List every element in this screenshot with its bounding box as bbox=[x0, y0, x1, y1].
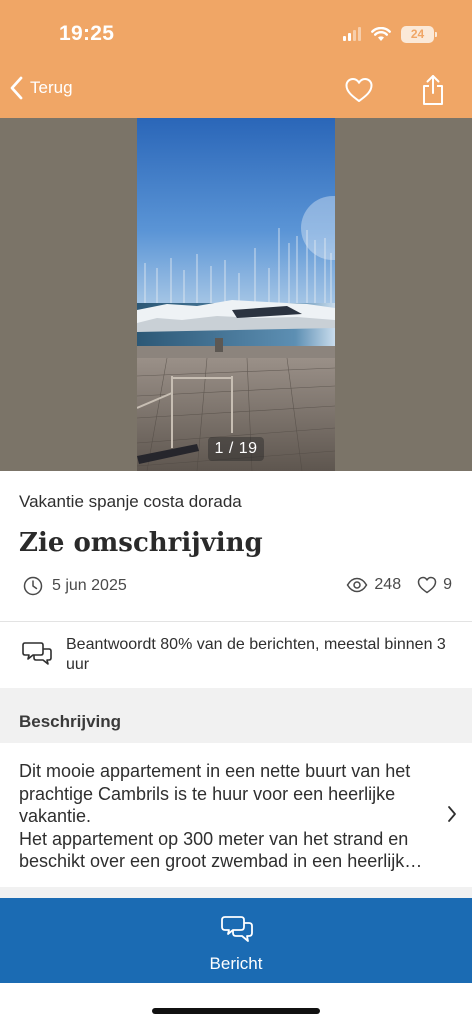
back-button[interactable]: Terug bbox=[10, 76, 73, 100]
message-button-label: Bericht bbox=[209, 954, 263, 973]
photo-counter: 1 / 19 bbox=[208, 437, 264, 461]
response-rate: Beantwoordt 80% van de berichten, meesta… bbox=[0, 622, 472, 688]
battery-icon: 24 bbox=[401, 25, 437, 43]
chat-bubbles-icon bbox=[22, 642, 52, 665]
chevron-left-icon bbox=[10, 76, 23, 100]
chevron-right-icon bbox=[448, 806, 456, 822]
heart-icon bbox=[345, 78, 373, 102]
photo-gallery[interactable]: 1 / 19 bbox=[0, 118, 472, 471]
wifi-icon bbox=[371, 26, 391, 41]
listing-date: 5 jun 2025 bbox=[23, 576, 127, 596]
share-button[interactable] bbox=[420, 74, 446, 106]
heart-outline-icon bbox=[417, 576, 437, 594]
favorites-count: 9 bbox=[443, 576, 452, 593]
listing-photo[interactable] bbox=[137, 118, 335, 471]
status-icons: 24 bbox=[343, 22, 437, 46]
listing-category: Vakantie spanje costa dorada bbox=[19, 492, 242, 511]
description-card[interactable]: Dit mooie appartement in een nette buurt… bbox=[0, 743, 472, 887]
listing-info: Vakantie spanje costa dorada Zie omschri… bbox=[0, 471, 472, 621]
spacer bbox=[0, 887, 472, 898]
marina-photo bbox=[137, 118, 335, 471]
listing-date-value: 5 jun 2025 bbox=[52, 577, 127, 594]
eye-icon bbox=[347, 577, 368, 593]
views-stat: 248 bbox=[346, 576, 401, 594]
cellular-signal-icon bbox=[343, 27, 361, 41]
listing-title: Zie omschrijving bbox=[19, 528, 263, 558]
back-label: Terug bbox=[30, 78, 73, 97]
favorites-stat: 9 bbox=[417, 576, 452, 594]
message-icon bbox=[221, 916, 253, 942]
status-time: 19:25 bbox=[59, 22, 115, 45]
description-heading: Beschrijving bbox=[19, 712, 122, 731]
top-bar: 19:25 24 Terug bbox=[0, 0, 472, 118]
description-header: Beschrijving bbox=[0, 688, 472, 743]
favorite-button[interactable] bbox=[344, 76, 374, 104]
description-text: Dit mooie appartement in een nette buurt… bbox=[19, 761, 423, 871]
response-rate-text: Beantwoordt 80% van de berichten, meesta… bbox=[66, 636, 446, 673]
listing-stats: 248 9 bbox=[346, 576, 452, 594]
home-indicator bbox=[152, 1008, 320, 1014]
views-count: 248 bbox=[374, 576, 402, 593]
clock-icon bbox=[23, 576, 43, 596]
share-icon bbox=[423, 75, 443, 105]
